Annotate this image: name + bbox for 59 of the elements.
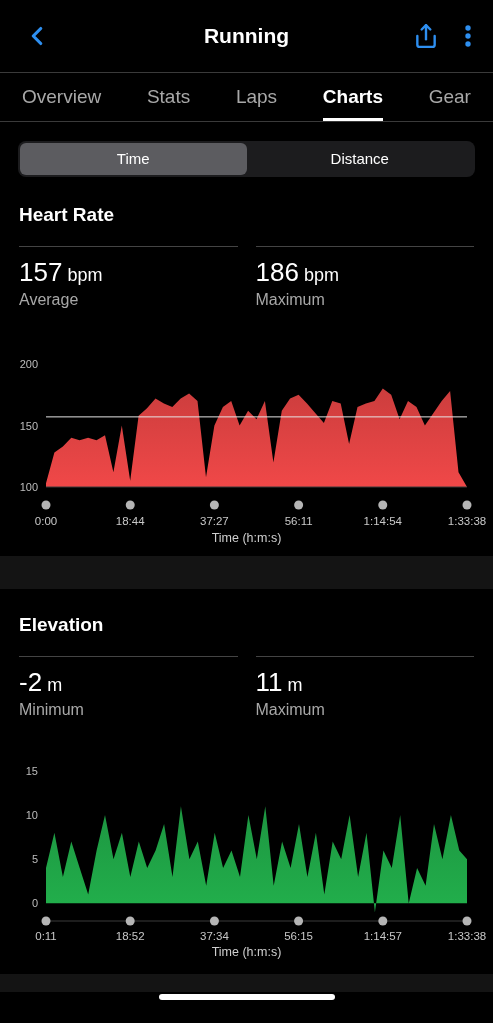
window-title: Running — [203, 23, 290, 50]
y-tick-label: 10 — [25, 808, 38, 821]
stat-unit: m — [47, 673, 63, 697]
share-icon — [413, 23, 439, 49]
x-tick-label: 37:27 — [200, 515, 229, 527]
x-tick-label: 0:11 — [35, 929, 57, 942]
x-tick-label: 18:52 — [115, 929, 145, 942]
tab[interactable]: Gear — [428, 73, 471, 121]
tab[interactable]: Stats — [146, 73, 191, 121]
tab[interactable]: Overview — [22, 73, 102, 121]
x-tick-dot — [294, 500, 304, 510]
share-button[interactable] — [413, 23, 439, 49]
x-tick-label: 37:34 — [200, 929, 229, 942]
x-tick-label: 1:33:38 — [447, 929, 487, 942]
x-tick-dot — [209, 500, 219, 510]
x-axis-title: Time (h:m:s) — [211, 530, 282, 547]
stat-label: Average — [19, 290, 80, 310]
x-axis-title: Time (h:m:s) — [211, 943, 282, 961]
x-tick-label: 1:33:38 — [447, 515, 487, 527]
y-tick-label: 100 — [19, 481, 38, 493]
x-tick-label: 1:14:57 — [363, 929, 402, 942]
more-button[interactable] — [465, 25, 471, 47]
x-tick-label: 56:11 — [284, 515, 313, 527]
y-tick-label: 5 — [31, 853, 38, 865]
stat-unit: m — [287, 673, 303, 697]
stat-value: -2 — [19, 665, 43, 699]
stat-value: 11 — [255, 665, 283, 699]
tab[interactable]: Laps — [235, 73, 278, 121]
x-tick-dot — [462, 916, 472, 926]
stat-label: Minimum — [19, 699, 85, 720]
x-tick-label: 18:44 — [115, 515, 145, 527]
y-tick-label: 0 — [31, 897, 38, 910]
stat-label: Maximum — [255, 699, 326, 720]
x-tick-dot — [209, 916, 219, 926]
x-tick-dot — [41, 500, 51, 510]
x-tick-label: 56:15 — [284, 929, 313, 942]
stat-value: 186 — [255, 256, 299, 289]
y-tick-label: 15 — [25, 764, 38, 777]
x-tick-dot — [462, 500, 472, 510]
x-tick-label: 1:14:54 — [363, 515, 402, 527]
x-tick-label: 0:00 — [34, 515, 58, 527]
stat-unit: bpm — [67, 264, 103, 287]
stat-value: 157 — [19, 256, 63, 289]
x-tick-dot — [378, 500, 388, 510]
x-tick-dot — [41, 916, 51, 926]
stat-unit: bpm — [303, 264, 339, 287]
section-title: Elevation — [19, 612, 105, 637]
section-title: Heart Rate — [19, 203, 116, 227]
x-tick-dot — [125, 916, 135, 926]
segment-button[interactable]: Distance — [246, 143, 473, 175]
x-tick-dot — [125, 500, 135, 510]
x-tick-dot — [294, 916, 304, 926]
segment-button[interactable]: Time — [20, 143, 247, 175]
y-tick-label: 150 — [19, 419, 38, 432]
stat-label: Maximum — [255, 290, 326, 310]
y-tick-label: 200 — [19, 358, 38, 370]
tab[interactable]: Charts — [322, 73, 383, 121]
more-icon — [465, 25, 471, 47]
x-tick-dot — [378, 916, 388, 926]
